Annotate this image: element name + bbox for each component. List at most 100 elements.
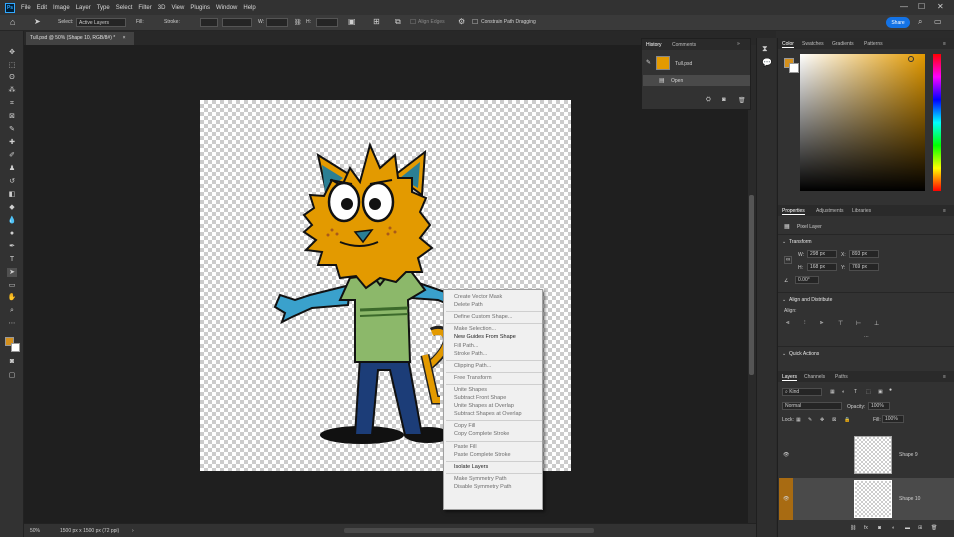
panel-collapse-icon[interactable]: » [737, 41, 740, 47]
link-layers-icon[interactable]: ⛓ [850, 525, 856, 531]
pen-tool-icon[interactable]: ✒ [7, 242, 17, 251]
panel-menu-icon[interactable]: ≡ [943, 41, 946, 47]
path-operations-icon[interactable]: ▣ [348, 17, 356, 26]
tab-swatches[interactable]: Swatches [802, 41, 824, 47]
hue-slider[interactable] [933, 54, 941, 191]
hand-tool-icon[interactable]: ✋ [7, 293, 17, 302]
context-menu-item-subtract-front-shape[interactable]: Subtract Front Shape [454, 395, 506, 401]
document-size[interactable]: 1500 px x 1500 px (72 ppi) [60, 528, 119, 534]
menu-view[interactable]: View [171, 5, 184, 11]
context-menu-item-unite-shapes-at-overlap[interactable]: Unite Shapes at Overlap [454, 403, 514, 409]
layer-name[interactable]: Shape 10 [899, 496, 920, 502]
w-input[interactable]: 298 px [807, 250, 837, 258]
tab-channels[interactable]: Channels [804, 374, 825, 380]
minimize-icon[interactable]: — [900, 2, 908, 11]
constrain-checkbox[interactable]: ☐ [472, 18, 478, 26]
filter-toggle-icon[interactable]: ● [889, 387, 892, 393]
brush-tool-icon[interactable]: ✐ [7, 151, 17, 160]
context-menu-item-isolate-layers[interactable]: Isolate Layers [454, 464, 488, 470]
context-menu-item-free-transform[interactable]: Free Transform [454, 375, 492, 381]
context-menu-item-new-guides-from-shape[interactable]: New Guides From Shape [454, 334, 516, 340]
layer-style-icon[interactable]: fx [864, 525, 868, 531]
layer-row-shape-9[interactable]: 👁 Shape 9 [779, 434, 954, 476]
history-snapshot-row[interactable]: ✎ Tull.psd [643, 55, 750, 72]
filter-type-icon[interactable]: T [854, 389, 857, 395]
stamp-tool-icon[interactable]: ♟ [7, 164, 17, 173]
context-menu-item-copy-complete-stroke[interactable]: Copy Complete Stroke [454, 431, 509, 437]
visibility-eye-icon[interactable]: 👁 [783, 452, 789, 458]
trash-icon[interactable]: 🗑 [738, 97, 746, 104]
tab-layers[interactable]: Layers [782, 374, 798, 381]
menu-select[interactable]: Select [116, 5, 133, 11]
tab-color[interactable]: Color [782, 41, 794, 48]
angle-input[interactable]: 0.00° [795, 276, 819, 284]
context-menu-item-make-selection[interactable]: Make Selection... [454, 326, 496, 332]
eraser-icon[interactable]: ◧ [7, 190, 17, 199]
share-button[interactable]: Share [886, 17, 910, 28]
align-top-icon[interactable]: ⊤ [838, 320, 843, 327]
align-left-icon[interactable]: ⫷ [786, 320, 789, 327]
link-icon[interactable]: ⛓ [294, 19, 302, 26]
y-input[interactable]: 769 px [849, 263, 879, 271]
more-tools-icon[interactable]: ⋯ [7, 319, 17, 328]
history-panel-icon[interactable]: ⧗ [762, 44, 768, 54]
filter-pixel-icon[interactable]: ▦ [830, 389, 835, 395]
layer-row-shape-10[interactable]: 👁 Shape 10 [779, 478, 954, 520]
add-mask-icon[interactable]: ◙ [878, 525, 881, 531]
status-arrow-icon[interactable]: › [132, 528, 134, 534]
marquee-tool-icon[interactable]: ⬚ [7, 61, 17, 70]
new-layer-icon[interactable]: ⊞ [918, 525, 922, 531]
filter-adjustment-icon[interactable]: ◐ [842, 389, 845, 395]
path-alignment-icon[interactable]: ⊞ [373, 17, 380, 26]
vertical-scrollbar[interactable] [748, 45, 756, 523]
tab-libraries[interactable]: Libraries [852, 208, 871, 214]
lock-artboard-icon[interactable]: ⊠ [832, 417, 836, 423]
layer-kind-filter[interactable]: ⌕ Kind [782, 388, 822, 396]
document-tab[interactable]: Tull.psd @ 50% (Shape 10, RGB/8#) * × [26, 32, 134, 45]
horizontal-scrollbar-thumb[interactable] [344, 528, 594, 533]
rectangle-tool-icon[interactable]: ▭ [7, 281, 17, 290]
tab-gradients[interactable]: Gradients [832, 41, 854, 47]
layers-menu-icon[interactable]: ≡ [943, 374, 946, 380]
menu-type[interactable]: Type [97, 5, 110, 11]
select-dropdown[interactable]: Active Layers [76, 18, 126, 27]
tab-adjustments[interactable]: Adjustments [816, 208, 844, 214]
layer-name[interactable]: Shape 9 [899, 452, 918, 458]
search-icon[interactable]: ⌕ [918, 17, 922, 27]
filter-shape-icon[interactable]: ⬚ [866, 389, 871, 395]
align-edges-checkbox[interactable]: ☐ [410, 18, 416, 26]
comments-panel-icon[interactable]: 💬 [762, 58, 772, 67]
dodge-tool-icon[interactable]: ● [7, 229, 17, 238]
more-options-icon[interactable]: ⋯ [864, 334, 869, 340]
history-brush-icon[interactable]: ↺ [7, 177, 17, 186]
context-menu-item-fill-path[interactable]: Fill Path... [454, 343, 478, 349]
visibility-eye-icon[interactable]: 👁 [783, 496, 789, 502]
healing-brush-icon[interactable]: ✚ [7, 138, 17, 147]
menu-help[interactable]: Help [243, 5, 255, 11]
opacity-input[interactable]: 100% [868, 402, 890, 410]
context-menu-item-paste-fill[interactable]: Paste Fill [454, 444, 477, 450]
stroke-type-dropdown[interactable] [222, 18, 252, 27]
menu-image[interactable]: Image [53, 5, 70, 11]
color-picker-marker[interactable] [908, 56, 914, 62]
context-menu-item-stroke-path[interactable]: Stroke Path... [454, 351, 487, 357]
height-input[interactable] [316, 18, 338, 27]
menu-file[interactable]: File [21, 5, 31, 11]
context-menu-item-clipping-path[interactable]: Clipping Path... [454, 363, 491, 369]
context-menu-item-unite-shapes[interactable]: Unite Shapes [454, 387, 487, 393]
blur-tool-icon[interactable]: 💧 [7, 216, 17, 225]
menu-edit[interactable]: Edit [37, 5, 47, 11]
x-input[interactable]: 893 px [849, 250, 879, 258]
color-picker-field[interactable] [800, 54, 925, 191]
h-input[interactable]: 168 px [807, 263, 837, 271]
tab-patterns[interactable]: Patterns [864, 41, 883, 47]
eyedropper-icon[interactable]: ✎ [7, 125, 17, 134]
context-menu-item-define-custom-shape[interactable]: Define Custom Shape... [454, 314, 512, 320]
close-icon[interactable]: ✕ [937, 2, 944, 11]
magic-wand-icon[interactable]: ⁂ [7, 86, 17, 95]
adjustment-layer-icon[interactable]: ◐ [892, 525, 895, 531]
quick-mask-icon[interactable]: ◙ [7, 357, 17, 366]
new-document-from-state-icon[interactable]: ⛭ [706, 97, 711, 104]
zoom-level[interactable]: 50% [30, 528, 40, 534]
tab-paths[interactable]: Paths [835, 374, 848, 380]
